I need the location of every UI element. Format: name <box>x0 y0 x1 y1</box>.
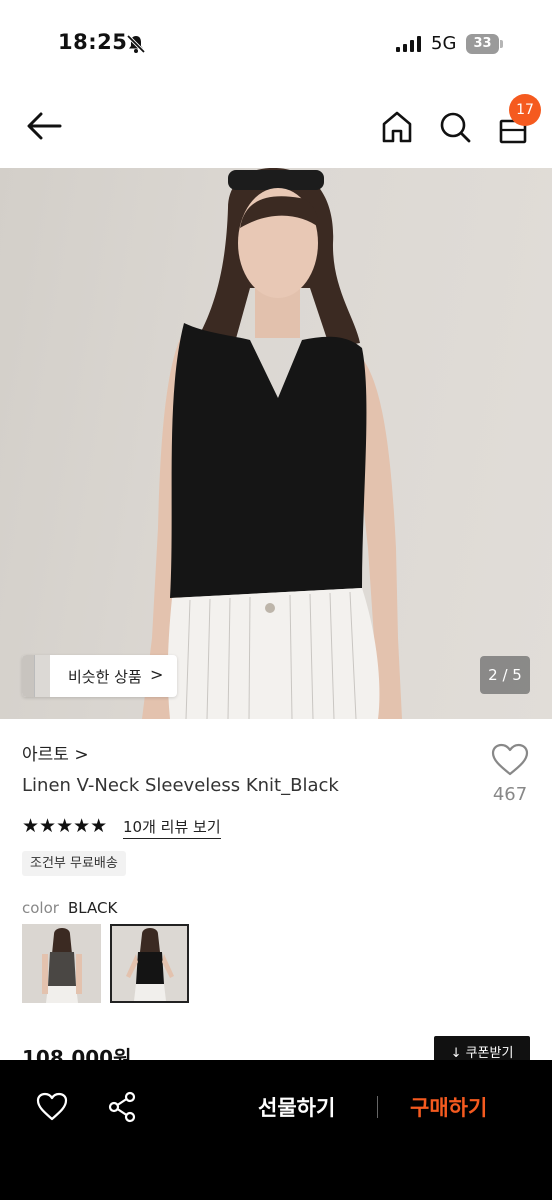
back-arrow-icon <box>27 112 62 140</box>
battery-icon: 33 <box>466 34 503 54</box>
cart-count-badge: 17 <box>509 94 541 126</box>
product-name: Linen V-Neck Sleeveless Knit_Black <box>22 775 339 796</box>
brand-link[interactable]: 아르토 > <box>22 740 89 765</box>
buy-button[interactable]: 구매하기 <box>410 1092 487 1122</box>
color-label: color <box>22 899 59 917</box>
network-label: 5G <box>431 33 457 54</box>
search-button[interactable] <box>436 108 474 146</box>
search-icon <box>440 112 471 143</box>
home-icon <box>382 111 412 143</box>
color-option-black[interactable] <box>110 924 189 1003</box>
color-thumbnail <box>22 924 101 1003</box>
heart-icon <box>491 743 529 776</box>
bottom-wishlist-button[interactable] <box>35 1090 69 1124</box>
battery-tip <box>500 40 503 48</box>
status-time: 18:25 <box>58 30 128 54</box>
home-button[interactable] <box>378 108 416 146</box>
wishlist-count: 467 <box>492 784 528 805</box>
similar-thumbnail <box>34 655 50 697</box>
similar-products-button[interactable]: 비슷한 상품 > <box>22 655 177 697</box>
gift-button[interactable]: 선물하기 <box>258 1092 335 1122</box>
wishlist-button[interactable] <box>490 742 530 778</box>
bell-off-icon <box>126 34 146 54</box>
review-link[interactable]: 10개 리뷰 보기 <box>123 816 221 839</box>
share-icon <box>108 1091 136 1123</box>
back-button[interactable] <box>24 108 64 144</box>
chevron-right-icon: > <box>150 665 164 684</box>
color-option-charcoal[interactable] <box>22 924 101 1003</box>
heart-icon <box>36 1092 68 1121</box>
divider <box>377 1096 378 1118</box>
battery-level: 33 <box>466 34 499 54</box>
share-button[interactable] <box>106 1090 140 1124</box>
rating-stars: ★★★★★ <box>22 815 108 837</box>
similar-thumbnails <box>22 655 52 697</box>
app-header <box>0 88 552 168</box>
bottom-action-bar: 선물하기 구매하기 <box>0 1060 552 1200</box>
color-value: BLACK <box>68 899 118 917</box>
product-photo <box>142 168 402 719</box>
status-bar: 18:25 5G 33 <box>0 0 552 88</box>
image-counter: 2 / 5 <box>480 656 530 694</box>
shipping-badge: 조건부 무료배송 <box>22 851 126 876</box>
color-thumbnail <box>112 926 187 1001</box>
similar-products-label: 비슷한 상품 <box>68 668 142 686</box>
product-image-gallery[interactable]: 비슷한 상품 > 2 / 5 <box>0 168 552 719</box>
signal-icon <box>396 36 421 52</box>
